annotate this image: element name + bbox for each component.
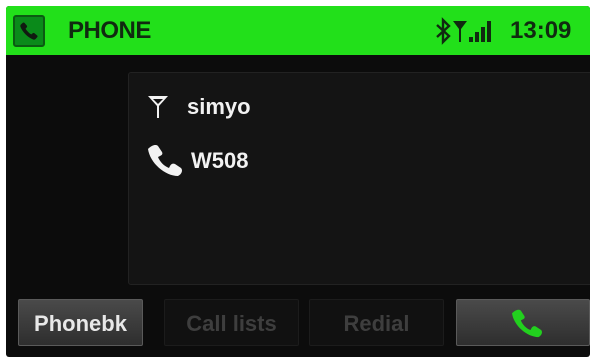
page-title: PHONE	[68, 17, 151, 44]
antenna-icon	[453, 21, 467, 42]
network-name: simyo	[187, 94, 251, 119]
clock: 13:09	[510, 17, 572, 44]
phonebook-button[interactable]: Phonebk	[18, 299, 143, 346]
call-lists-button[interactable]: Call lists	[164, 299, 299, 346]
redial-button[interactable]: Redial	[309, 299, 444, 346]
device-name: W508	[191, 148, 249, 173]
antenna-icon	[145, 92, 171, 125]
phone-handset-icon	[145, 143, 185, 182]
signal-strength-icon	[469, 21, 491, 42]
display-area: PHONE 13:09 simyo W508 Phonebk Call list…	[6, 6, 590, 357]
status-icons	[434, 16, 504, 46]
phone-app-icon	[13, 15, 45, 47]
phone-screen: PHONE 13:09 simyo W508 Phonebk Call list…	[0, 0, 596, 363]
connection-info-panel: simyo W508	[128, 72, 590, 285]
bluetooth-icon	[436, 17, 451, 45]
header-bar: PHONE 13:09	[6, 6, 590, 55]
call-button[interactable]	[456, 299, 590, 346]
